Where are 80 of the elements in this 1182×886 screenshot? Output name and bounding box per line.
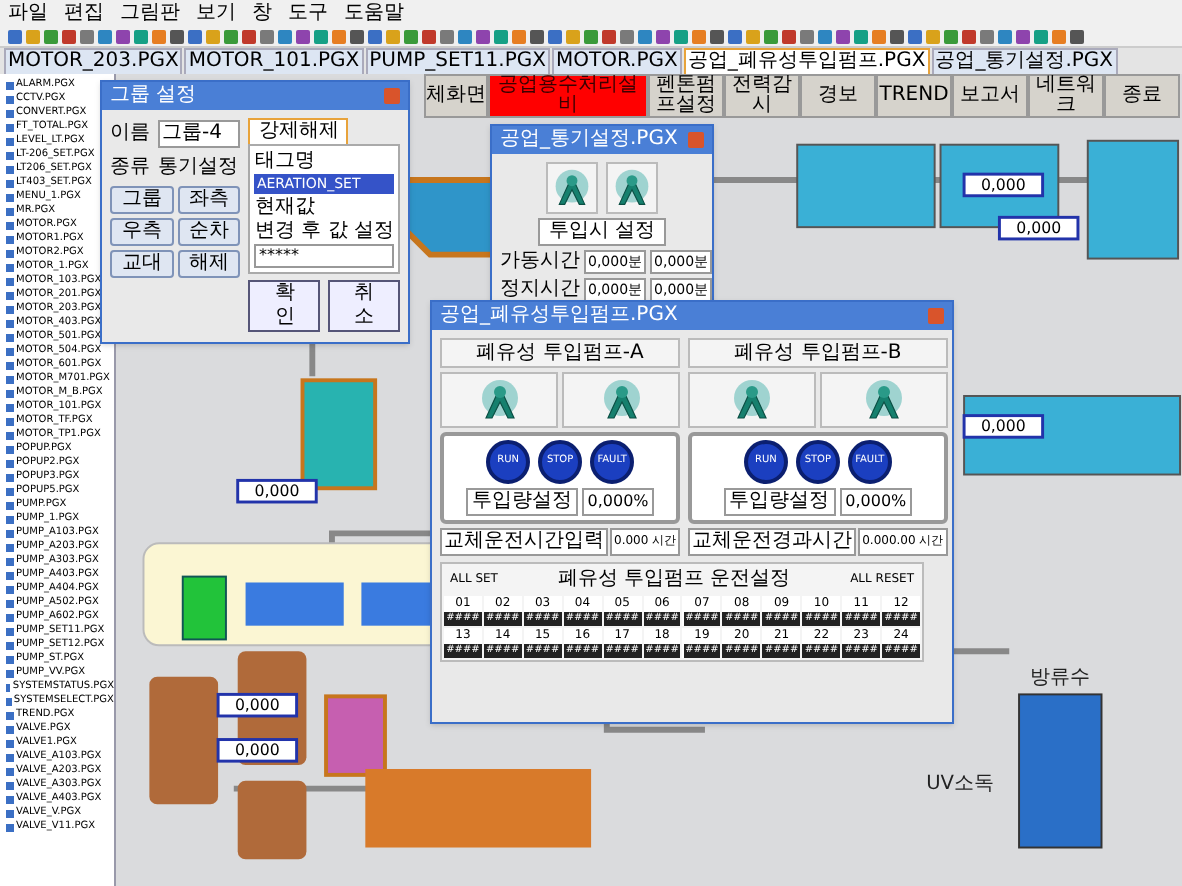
readout-background	[216, 692, 299, 718]
option-button[interactable]: 그룹	[110, 186, 174, 214]
tank	[245, 582, 344, 626]
menu-item[interactable]: 도움말	[344, 0, 404, 26]
readout-background	[962, 414, 1045, 439]
nav-button[interactable]: 체화면	[424, 74, 488, 118]
readout-value: 0,000	[1016, 219, 1062, 238]
readout-value: 0,000	[254, 482, 300, 501]
readout-value: 0,000	[980, 175, 1026, 194]
field-label: 이름	[110, 120, 150, 148]
schedule-title: 폐유성 투입펌프 운전설정	[557, 566, 791, 594]
pump-icon	[730, 378, 774, 422]
password-field[interactable]: *****	[254, 244, 394, 268]
readout-value: 0,000	[234, 741, 280, 760]
menu-item[interactable]: 편집	[64, 0, 104, 26]
window-title: 그룹 설정	[110, 84, 197, 108]
cancel-button[interactable]: 취소	[328, 280, 400, 332]
section-heading: 투입시 설정	[538, 218, 666, 246]
readout-value: 0,000	[234, 696, 280, 715]
tank	[181, 575, 227, 641]
file-tab[interactable]: PUMP_SET11.PGX	[365, 48, 550, 74]
field-label: 현재값	[254, 196, 317, 218]
name-field[interactable]: 그룹-4	[158, 119, 241, 147]
setpoint-label: 투입량설정	[723, 488, 836, 516]
nav-button[interactable]: 보고서	[952, 74, 1028, 118]
option-button[interactable]: 해제	[177, 250, 241, 278]
tank	[324, 694, 387, 777]
menu-item[interactable]: 도구	[288, 0, 328, 26]
setpoint-value: 0,000%	[581, 488, 655, 516]
tank	[237, 780, 307, 860]
tank	[796, 143, 936, 229]
menu-item[interactable]: 파일	[8, 0, 48, 26]
pump-icon	[599, 378, 644, 422]
readout-value: 0,000	[980, 417, 1026, 436]
pump-heading: 폐유성 투입펌프-A	[440, 338, 681, 368]
readout-background	[236, 478, 318, 504]
field-label: 변경 후 값 설정	[254, 220, 394, 242]
tank	[149, 676, 219, 805]
file-tab[interactable]: MOTOR_101.PGX	[184, 48, 364, 74]
area-label: 방류수	[1030, 666, 1091, 689]
runtime-label: 교체운전경과시간	[688, 528, 857, 556]
nav-button[interactable]: 네트워크	[1028, 74, 1104, 118]
dialog-tab[interactable]: 강제해제	[248, 118, 349, 144]
row-label: 정지시간	[500, 278, 580, 302]
option-button[interactable]: 좌측	[177, 186, 241, 214]
tank	[300, 378, 378, 491]
readout-background	[216, 738, 299, 763]
ok-button[interactable]: 확인	[248, 280, 321, 332]
pump-heading: 폐유성 투입펌프-B	[688, 338, 948, 368]
pump-icon	[477, 378, 522, 422]
setpoint-label: 투입량설정	[465, 488, 578, 516]
area-label: UV소독	[926, 772, 995, 795]
nav-button[interactable]: 공업용수처리설비	[488, 74, 648, 118]
window-title: 공업_폐유성투입펌프.PGX	[440, 304, 678, 328]
menu-item[interactable]: 보기	[196, 0, 236, 26]
setpoint-value: 0,000%	[839, 488, 913, 516]
file-tab[interactable]: 공업_통기설정.PGX	[931, 48, 1117, 74]
row-label: 가동시간	[500, 250, 580, 274]
nav-button[interactable]: 전력감시	[724, 74, 800, 118]
option-button[interactable]: 교대	[110, 250, 174, 278]
nav-button[interactable]: 종료	[1104, 74, 1180, 118]
option-button[interactable]: 우측	[110, 218, 174, 246]
field-label: 태그명	[254, 150, 317, 172]
runtime-label: 교체운전시간입력	[440, 528, 608, 556]
field-label: 종류	[110, 154, 150, 182]
menu-item[interactable]: 창	[252, 0, 272, 26]
file-tab[interactable]: MOTOR_203.PGX	[4, 48, 183, 74]
type-value: 통기설정	[158, 154, 238, 182]
pump-icon	[861, 378, 906, 422]
nav-button[interactable]: 펜톤펌프설정	[648, 74, 724, 118]
file-tab[interactable]: 공업_폐유성투입펌프.PGX	[683, 48, 930, 74]
menu-item[interactable]: 그림판	[120, 0, 180, 26]
option-button[interactable]: 순차	[177, 218, 241, 246]
file-tab[interactable]: MOTOR.PGX	[551, 48, 682, 74]
readout-background	[962, 172, 1045, 198]
readout-background	[997, 215, 1080, 241]
nav-button[interactable]: 경보	[800, 74, 876, 118]
window-title: 공업_통기설정.PGX	[500, 128, 678, 152]
tank	[1086, 139, 1180, 260]
nav-button[interactable]: TREND	[876, 74, 952, 118]
